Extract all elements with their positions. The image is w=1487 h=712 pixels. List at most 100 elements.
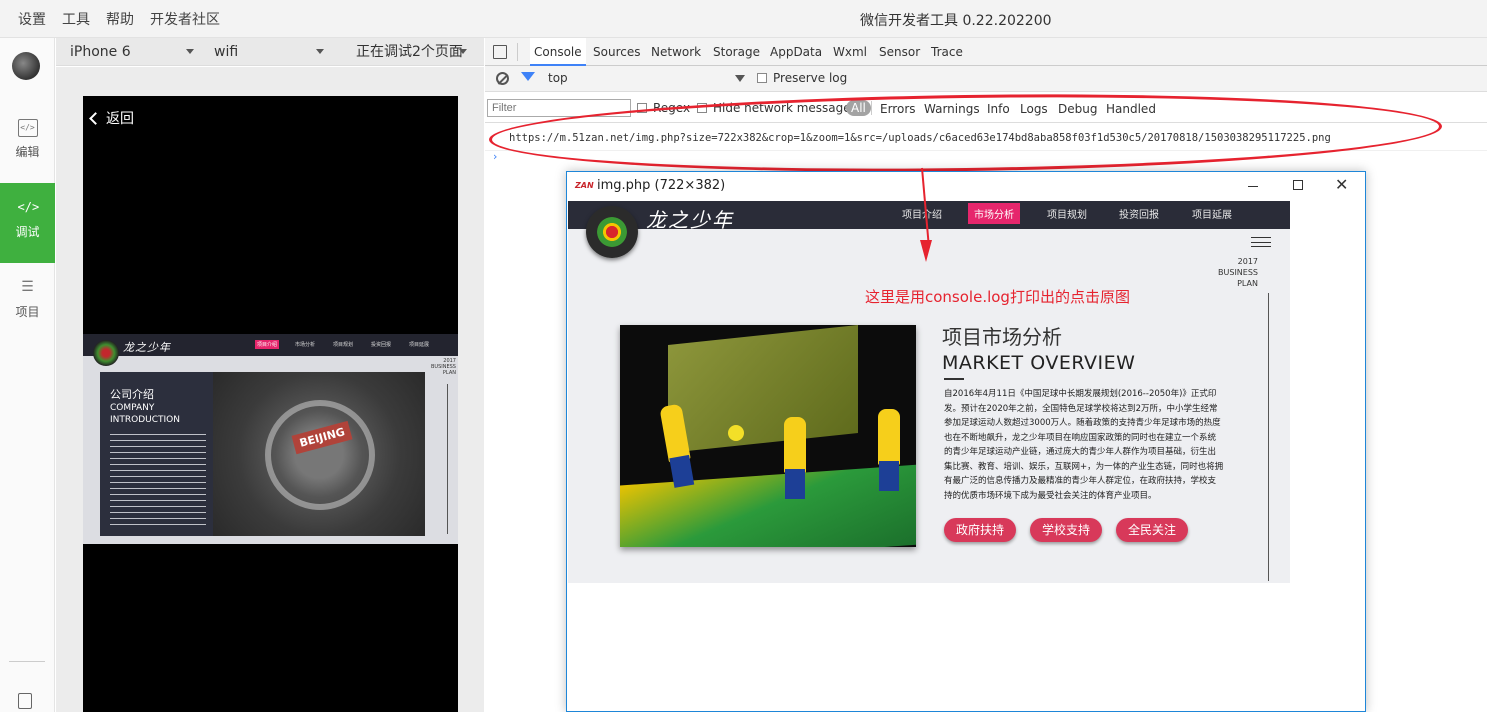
intro-title-en-1: COMPANY [110,403,155,413]
preserve-log-checkbox[interactable]: Preserve log [757,71,847,85]
company-intro-panel: 公司介绍 COMPANY INTRODUCTION [100,372,213,536]
checkbox-icon [637,103,647,113]
network-value: wifi [214,44,239,60]
checkbox-icon [757,73,767,83]
filter-input[interactable] [487,99,631,117]
menu-icon: ☰ [21,279,34,295]
chevron-down-icon[interactable] [735,75,745,82]
avatar[interactable] [12,52,40,80]
level-debug[interactable]: Debug [1058,102,1097,116]
menu-settings[interactable]: 设置 [18,9,46,29]
clear-console-icon[interactable] [496,72,509,85]
popup-title: img.php (722×382) [597,178,726,193]
context-select[interactable]: top [548,71,568,85]
preserve-log-label: Preserve log [773,71,848,85]
slide-heading-cn: 项目市场分析 [942,325,1062,349]
slide-menu-item: 项目延展 [1192,210,1232,221]
level-errors[interactable]: Errors [880,102,916,116]
rail-item-edit[interactable]: </> 编辑 [0,103,55,183]
devtools-tabbar: Console Sources Network Storage AppData … [485,38,1487,66]
football [728,425,744,441]
console-prompt-icon: › [493,150,498,163]
minimize-icon[interactable] [1248,186,1258,187]
menu-help[interactable]: 帮助 [106,9,134,29]
close-icon[interactable]: ✕ [1335,175,1348,194]
preview-menu-item: 项目介绍 [255,340,280,349]
image-popup-window[interactable]: ZAN img.php (722×382) ✕ 龙之少年 项目介绍 市场分析 项… [566,171,1366,712]
debug-pages-select[interactable]: 正在调试2个页面 [356,38,476,66]
tab-sensor[interactable]: Sensor [879,38,920,66]
code-icon: </> [17,119,38,137]
console-toolbar: top Preserve log [485,66,1487,92]
chevron-down-icon [316,49,324,54]
app-title: 微信开发者工具 0.22.202200 [860,13,1052,29]
plan-text-2: PLAN [1237,279,1258,288]
hamburger-icon [1251,237,1271,247]
level-warnings[interactable]: Warnings [924,102,980,116]
log-divider [485,150,1487,151]
rail-divider [9,661,45,662]
slide-nav: 龙之少年 项目介绍 市场分析 项目规划 投资回报 项目延展 [568,201,1290,232]
rail-item-label: 编辑 [15,145,40,159]
level-info[interactable]: Info [987,102,1010,116]
device-select[interactable]: iPhone 6 [70,38,200,66]
arrow-head-icon [920,240,932,262]
intro-title-en-2: INTRODUCTION [110,415,180,425]
menu-bar: 设置 工具 帮助 开发者社区 [0,0,228,38]
level-all[interactable]: All [846,100,871,116]
menu-tools[interactable]: 工具 [62,9,90,29]
tab-network[interactable]: Network [651,38,701,66]
inspect-icon[interactable] [493,45,507,59]
rail-item-debug[interactable]: </> 调试 [0,183,55,263]
intro-title-en: COMPANY INTRODUCTION [110,402,210,426]
slide-heading-en: MARKET OVERVIEW [942,352,1136,374]
slide-brand: 龙之少年 [646,208,734,232]
device-value: iPhone 6 [70,44,131,60]
plan-label: 2017 BUSINESS PLAN [426,358,456,376]
level-logs[interactable]: Logs [1020,102,1048,116]
rail-item-project[interactable]: ☰ 项目 [0,263,55,343]
divider-line [1268,293,1269,581]
level-handled[interactable]: Handled [1106,102,1156,116]
regex-checkbox[interactable]: Regex [637,101,690,115]
tab-wxml[interactable]: Wxml [833,38,867,66]
heading-underline [944,378,964,380]
plan-text-2: PLAN [442,370,456,376]
filter-icon[interactable] [521,72,535,81]
slide-button-school: 学校支持 [1030,518,1102,542]
rail-item-label: 项目 [15,305,40,319]
tab-console[interactable]: Console [530,38,586,66]
preview-menu-item: 项目规划 [333,342,354,348]
player-figure [784,417,806,499]
tab-sources[interactable]: Sources [593,38,640,66]
slide-menu-item: 投资回报 [1119,210,1159,221]
annotation-text: 这里是用console.log打印出的点击原图 [865,288,1130,306]
network-select[interactable]: wifi [214,38,324,66]
photo-floor [620,463,916,547]
chevron-down-icon [186,49,194,54]
preview-menu-item: 市场分析 [295,342,316,348]
tab-storage[interactable]: Storage [713,38,760,66]
title-bar: 设置 工具 帮助 开发者社区 微信开发者工具 0.22.202200 [0,0,1487,38]
back-button[interactable]: 返回 [89,108,134,128]
details-icon[interactable] [18,693,32,709]
divider-line [447,384,448,534]
phone-screen[interactable]: 返回 龙之少年 项目介绍 市场分析 项目规划 投资回报 项目延展 公司介绍 CO… [83,96,458,712]
brand-logo [586,206,638,258]
hide-network-label: Hide network messages [713,101,857,115]
log-entry-url[interactable]: https://m.51zan.net/img.php?size=722x382… [509,132,1331,144]
maximize-icon[interactable] [1293,180,1303,190]
menu-community[interactable]: 开发者社区 [150,9,220,29]
popup-titlebar[interactable]: ZAN img.php (722×382) ✕ [567,172,1365,200]
plan-text-1: BUSINESS [1218,268,1258,277]
console-filterbar: Regex Hide network messages All Errors W… [485,93,1487,123]
slide-menu-item: 项目介绍 [902,210,942,221]
tab-trace[interactable]: Trace [931,38,963,66]
back-label: 返回 [106,111,134,127]
hide-network-checkbox[interactable]: Hide network messages [697,101,857,115]
map-ring [265,400,375,510]
intro-paragraph [110,434,206,526]
chevron-left-icon [89,112,102,125]
preview-image[interactable]: 龙之少年 项目介绍 市场分析 项目规划 投资回报 项目延展 公司介绍 COMPA… [83,334,458,544]
tab-appdata[interactable]: AppData [770,38,822,66]
